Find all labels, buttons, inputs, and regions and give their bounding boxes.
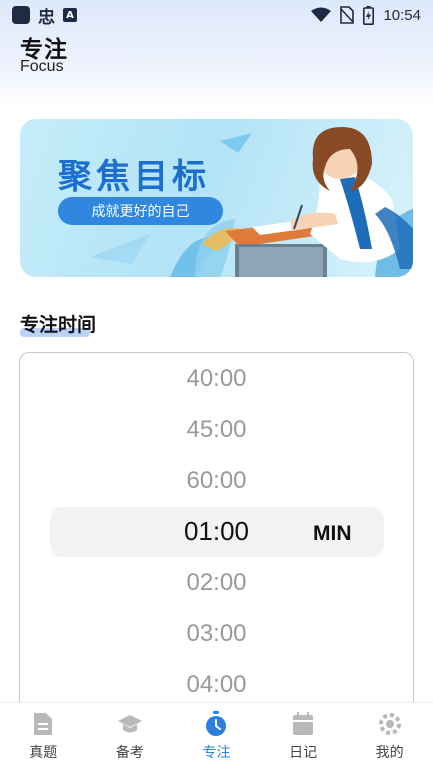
graduation-cap-icon [117,711,143,737]
nav-item-prepare[interactable]: 备考 [87,703,174,769]
nav-label: 备考 [115,745,144,761]
focus-time-picker[interactable]: 40:00 45:00 60:00 01:00 02:00 03:00 04:0… [19,352,414,712]
notification-glyph-icon: 忠 [38,7,55,28]
gear-icon [377,711,403,737]
picker-option[interactable]: 60:00 [20,467,413,495]
bottom-nav: 真题 备考 专注 日记 我的 [0,702,433,769]
banner-title: 聚焦目标 [58,157,210,197]
picker-option[interactable]: 02:00 [20,569,413,597]
timer-icon [203,711,229,737]
picker-option[interactable]: 45:00 [20,416,413,444]
picker-option[interactable]: 40:00 [20,365,413,393]
wifi-icon [311,7,332,22]
section-title: 专注时间 [20,314,97,336]
app-notification-icon [12,6,30,24]
a-notification-icon: A [63,8,77,22]
picker-option[interactable]: 03:00 [20,620,413,648]
nav-item-questions[interactable]: 真题 [0,703,87,769]
banner-slogan: 成就更好的自己 [58,197,223,225]
nav-label: 我的 [375,745,404,761]
battery-icon [363,5,375,25]
nav-label: 真题 [29,745,58,761]
page-subtitle: Focus [20,58,64,75]
nav-label: 日记 [289,745,318,761]
status-time: 10:54 [383,6,421,24]
nav-item-focus[interactable]: 专注 [173,703,260,769]
calendar-icon [290,711,316,737]
nav-item-diary[interactable]: 日记 [260,703,347,769]
nav-item-mine[interactable]: 我的 [346,703,433,769]
focus-banner[interactable]: 聚焦目标 成就更好的自己 [20,119,413,277]
no-sim-icon [340,6,355,24]
nav-label: 专注 [202,745,231,761]
picker-selected-option[interactable]: 01:00 [20,516,413,547]
document-icon [30,711,56,737]
picker-option[interactable]: 04:00 [20,671,413,699]
status-bar: 忠 A 10:54 [0,0,433,30]
picker-unit-label: MIN [313,522,352,545]
